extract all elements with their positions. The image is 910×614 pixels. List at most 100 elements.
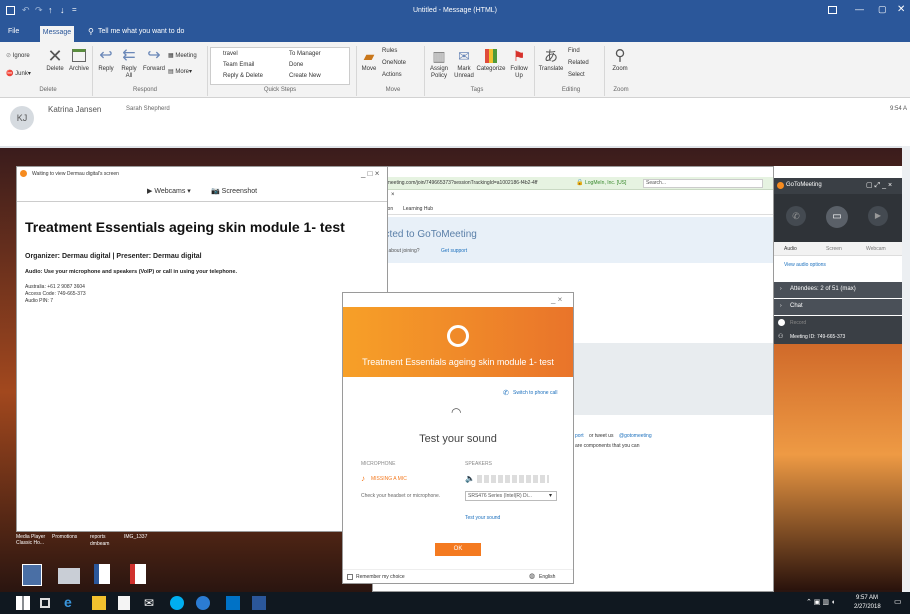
desktop-icon-image[interactable]: IMG_1337 bbox=[124, 534, 147, 540]
edge-browser-icon[interactable]: e bbox=[64, 594, 78, 610]
get-support-link[interactable]: Get support bbox=[441, 248, 467, 254]
assign-policy-button[interactable]: ▥ Assign Policy bbox=[426, 46, 452, 80]
language-select[interactable]: English bbox=[539, 574, 555, 580]
window-title: Untitled - Message (HTML) bbox=[412, 7, 498, 14]
pdf-icon[interactable] bbox=[130, 564, 146, 584]
mark-unread-button[interactable]: ✉ Mark Unread bbox=[452, 46, 476, 80]
tab-close-icon[interactable]: × bbox=[391, 192, 395, 198]
headset-icon: ◠ bbox=[451, 405, 462, 419]
categorize-button[interactable]: Categorize bbox=[476, 46, 506, 73]
switch-phone-link[interactable]: Switch to phone call bbox=[513, 390, 557, 396]
divider bbox=[92, 46, 93, 96]
windows-start-icon[interactable] bbox=[16, 596, 30, 610]
panel-window-controls[interactable]: ▢ ⤢ _ × bbox=[866, 181, 892, 190]
restore-button[interactable]: ▢ bbox=[878, 4, 887, 15]
quickstep-create-new[interactable]: Create New bbox=[289, 73, 321, 79]
tab-screen[interactable]: Screen bbox=[826, 246, 842, 252]
window-controls[interactable]: _ □ × bbox=[361, 169, 379, 178]
quickstep-team-email[interactable]: Team Email bbox=[223, 62, 254, 68]
tray-icons[interactable]: ⌃ ▣ ▥ ◖ bbox=[806, 598, 835, 606]
file-explorer-icon[interactable] bbox=[92, 596, 106, 610]
archive-button[interactable]: Archive bbox=[68, 46, 90, 73]
meeting-button[interactable]: ▦ Meeting bbox=[168, 52, 197, 59]
test-sound-link[interactable]: Test your sound bbox=[465, 515, 500, 521]
address-bar[interactable]: gotomeeting.com/join/749665373?sessionTr… bbox=[373, 177, 773, 190]
panel-logo[interactable]: GoToMeeting bbox=[786, 182, 822, 188]
quickstep-travel[interactable]: travel bbox=[223, 51, 238, 57]
media-file-icon[interactable] bbox=[22, 564, 42, 586]
tell-me-input[interactable]: Tell me what you want to do bbox=[98, 28, 184, 35]
desktop-icon-reports[interactable]: reports bbox=[90, 534, 118, 540]
ignore-button[interactable]: ⊘ Ignore bbox=[6, 52, 30, 59]
skype-business-icon[interactable] bbox=[196, 596, 210, 610]
quickstep-to-manager[interactable]: To Manager bbox=[289, 51, 321, 57]
dialog-window-controls[interactable]: _ × bbox=[551, 295, 562, 304]
quickstep-done[interactable]: Done bbox=[289, 62, 303, 68]
search-input[interactable]: Search... bbox=[643, 179, 763, 188]
rules-button[interactable]: Rules bbox=[382, 48, 397, 54]
close-button[interactable]: ✕ bbox=[897, 4, 905, 15]
attendees-row[interactable]: › Attendees: 2 of 51 (max) bbox=[774, 282, 902, 298]
follow-up-button[interactable]: ⚑ Follow Up bbox=[506, 46, 532, 80]
outlook-taskbar-icon[interactable] bbox=[226, 596, 240, 610]
reply-button[interactable]: ↩ Reply bbox=[94, 46, 118, 73]
phone-call-icon: ✆ bbox=[503, 390, 509, 397]
webcams-button[interactable]: ▶ Webcams ▾ bbox=[147, 187, 191, 195]
clock-date[interactable]: 2/27/2018 bbox=[854, 604, 881, 610]
twitter-handle-link[interactable]: @gotomeeting bbox=[619, 433, 652, 439]
recipient[interactable]: Sarah Shepherd bbox=[126, 106, 170, 112]
word-document-icon[interactable] bbox=[94, 564, 110, 584]
onenote-button[interactable]: OneNote bbox=[382, 60, 406, 66]
audio-options-link[interactable]: View audio options bbox=[784, 262, 826, 268]
reply-all-button[interactable]: ⇇ Reply All bbox=[118, 46, 140, 80]
actions-button[interactable]: Actions bbox=[382, 72, 402, 78]
clock-time[interactable]: 9:57 AM bbox=[856, 595, 878, 601]
audio-pin-line: Audio PIN: 7 bbox=[25, 298, 54, 304]
tab-message[interactable]: Message bbox=[40, 26, 74, 42]
mail-icon[interactable]: ✉ bbox=[144, 596, 158, 610]
word-taskbar-icon[interactable] bbox=[252, 596, 266, 610]
screenshot-button[interactable]: 📷 Screenshot bbox=[211, 187, 257, 195]
tab-file[interactable]: File bbox=[8, 28, 19, 35]
gtm-flower-icon bbox=[447, 325, 469, 347]
skype-icon[interactable] bbox=[170, 596, 184, 610]
speaker-icon: 🔈 bbox=[465, 474, 475, 483]
avatar: KJ bbox=[10, 106, 34, 130]
remember-checkbox[interactable] bbox=[347, 574, 353, 580]
find-button[interactable]: Find bbox=[568, 48, 580, 54]
ribbon-display-icon[interactable] bbox=[828, 6, 837, 14]
related-button[interactable]: Related bbox=[568, 60, 589, 66]
zoom-button[interactable]: ⚲ Zoom bbox=[608, 46, 632, 73]
speaker-select[interactable]: SRS476 Series (Intel(R) Di... bbox=[465, 491, 557, 501]
translate-button[interactable]: あ Translate bbox=[536, 46, 566, 73]
webcam-icon[interactable]: ▶ bbox=[868, 206, 888, 226]
tab-audio[interactable]: Audio bbox=[784, 246, 797, 252]
screen-share-icon[interactable]: ▭ bbox=[826, 206, 848, 228]
desktop-icon-media-player[interactable]: Media Player Classic Ho... bbox=[16, 534, 52, 546]
address-text: gotomeeting.com/join/749665373?sessionTr… bbox=[377, 180, 538, 186]
sender-name[interactable]: Katrina Jansen bbox=[48, 105, 101, 114]
select-button[interactable]: Select bbox=[568, 72, 585, 78]
panel-header: GoToMeeting ▢ ⤢ _ × bbox=[774, 178, 902, 194]
move-button[interactable]: ▰ Move bbox=[358, 46, 380, 73]
tab-webcam[interactable]: Webcam bbox=[866, 246, 886, 252]
task-view-icon[interactable] bbox=[40, 598, 50, 608]
store-icon[interactable] bbox=[118, 596, 130, 610]
delete-button[interactable]: ✕ Delete bbox=[44, 46, 66, 73]
ok-button[interactable]: OK bbox=[435, 543, 481, 556]
scrollbar[interactable] bbox=[902, 146, 910, 592]
phone-icon[interactable]: ✆ bbox=[786, 206, 806, 226]
quickstep-reply-delete[interactable]: Reply & Delete bbox=[223, 73, 263, 79]
record-row[interactable]: Record bbox=[774, 316, 902, 330]
more-button[interactable]: ▤ More▾ bbox=[168, 68, 192, 75]
junk-button[interactable]: ⛔ Junk▾ bbox=[6, 70, 31, 77]
favorite-link-learning-hub[interactable]: Learning Hub bbox=[403, 206, 433, 212]
desktop-icon-promotions[interactable]: Promotions bbox=[52, 534, 88, 540]
support-link[interactable]: port bbox=[575, 433, 584, 439]
notification-icon[interactable]: ▭ bbox=[894, 597, 902, 606]
chat-row[interactable]: › Chat bbox=[774, 299, 902, 315]
tags-group-label: Tags bbox=[470, 87, 484, 93]
minimize-button[interactable]: — bbox=[855, 4, 864, 14]
folder-icon[interactable] bbox=[58, 568, 80, 584]
forward-button[interactable]: ↪ Forward bbox=[142, 46, 166, 73]
